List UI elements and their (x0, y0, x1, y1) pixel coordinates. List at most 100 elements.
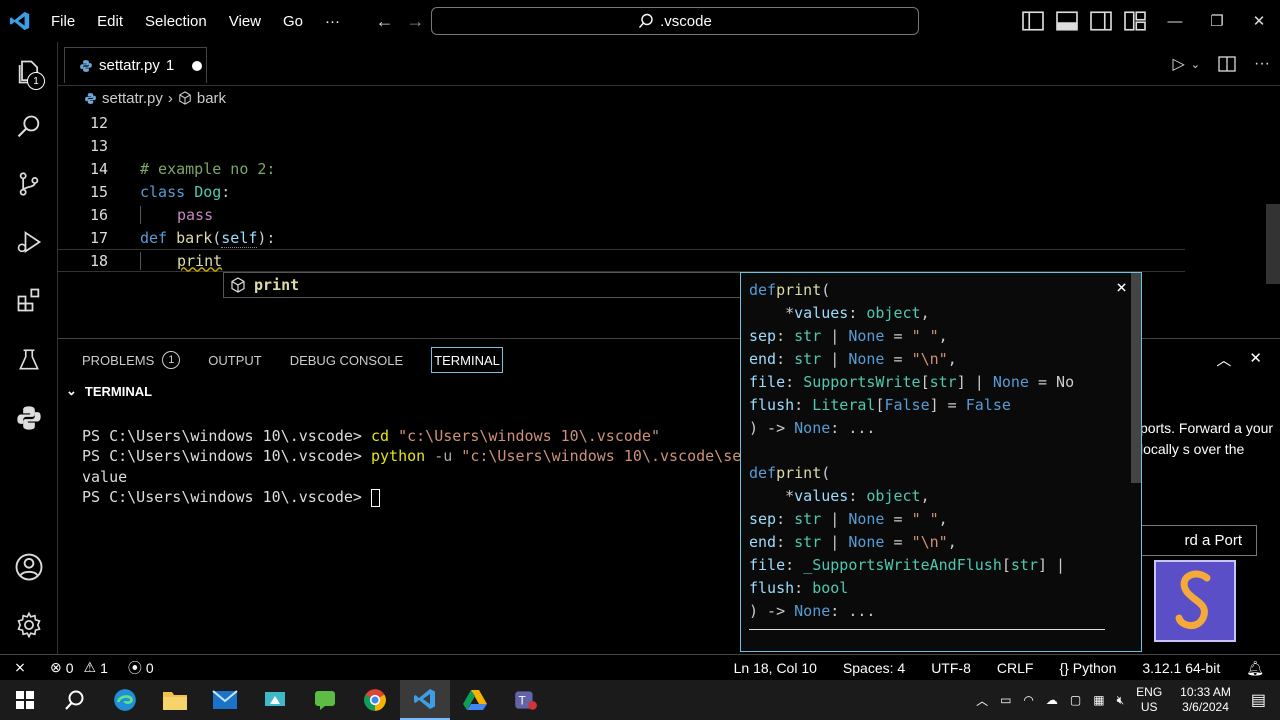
line-number: 15 (89, 182, 108, 201)
editor-scrollbar[interactable] (1266, 204, 1280, 284)
restore-button[interactable]: ❐ (1196, 0, 1238, 42)
lang-primary: ENG (1136, 685, 1163, 699)
ports-status[interactable]: ⦿ 0 (128, 655, 154, 681)
minimize-button[interactable]: — (1154, 0, 1196, 42)
menu-go[interactable]: Go (272, 0, 314, 42)
cloud-sync-icon[interactable]: ☁ (1046, 693, 1058, 707)
search-sidebar-icon[interactable] (9, 107, 49, 147)
code-line: 17 def bark(self): (58, 226, 1198, 249)
cursor-position[interactable]: Ln 18, Col 10 (734, 660, 817, 676)
teams-icon[interactable]: T (500, 680, 550, 720)
battery-icon[interactable]: ▭ (1000, 693, 1011, 707)
chrome-icon[interactable] (350, 680, 400, 720)
terminal-command: cd (370, 427, 390, 445)
tab-terminal[interactable]: TERMINAL (431, 347, 503, 373)
source-control-icon[interactable] (9, 164, 49, 204)
accounts-icon[interactable] (9, 547, 49, 587)
encoding[interactable]: UTF-8 (931, 660, 971, 676)
vscode-taskbar-icon[interactable] (400, 680, 450, 720)
signature-hover-widget: def print( * values: object, sep: str | N… (740, 272, 1142, 652)
customize-layout-icon[interactable] (1120, 11, 1150, 31)
command-center-search[interactable]: .vscode (431, 7, 919, 35)
chevron-up-icon[interactable]: ︿ (976, 692, 988, 709)
code-print-token: print (177, 251, 223, 270)
menu-file[interactable]: File (40, 0, 86, 42)
signature-line: file: SupportsWrite[str] | None = No (749, 372, 1075, 391)
tab-settatr-py[interactable]: settatr.py 1 (64, 47, 207, 83)
extensions-icon[interactable] (9, 280, 49, 320)
back-arrow-icon[interactable]: ← (369, 11, 400, 32)
forward-arrow-icon[interactable]: → (400, 11, 431, 32)
chat-app-icon[interactable] (300, 680, 350, 720)
remote-indicator-icon[interactable]: ⨯ (0, 655, 40, 681)
close-hover-icon[interactable]: × (1116, 277, 1127, 298)
signature-line: end: str | None = "\n", (749, 349, 957, 368)
toggle-primary-sidebar-icon[interactable] (1018, 11, 1048, 31)
network-icon[interactable]: ▦ (1093, 693, 1104, 707)
menu-selection[interactable]: Selection (134, 0, 218, 42)
indentation[interactable]: Spaces: 4 (843, 660, 905, 676)
end-of-line[interactable]: CRLF (997, 660, 1034, 676)
toggle-panel-icon[interactable] (1052, 11, 1082, 31)
code-line: 12 (58, 111, 108, 134)
wifi-icon[interactable]: ◠ (1023, 693, 1033, 707)
close-panel-icon[interactable]: ✕ (1249, 349, 1262, 370)
windows-taskbar: T ︿ ▭ ◠ ☁ ▢ ▦ 🔇︎ ENG US 10:33 AM 3/6/202… (0, 680, 1280, 720)
menu-more[interactable]: ··· (314, 0, 351, 42)
volume-muted-icon[interactable]: 🔇︎ (1117, 693, 1125, 708)
menu-view[interactable]: View (218, 0, 272, 42)
suggest-widget[interactable]: print (223, 272, 741, 298)
mail-icon[interactable] (200, 680, 250, 720)
problems-status[interactable]: ⊗ 0 ⚠ 1 (50, 655, 108, 681)
windows-start-icon[interactable] (0, 680, 50, 720)
notifications-bell-icon[interactable]: 🔔︎ (1246, 660, 1264, 677)
breadcrumb-file[interactable]: settatr.py (102, 90, 163, 107)
class-name: Dog (194, 182, 222, 201)
notification-center-icon[interactable]: ▤ (1251, 690, 1266, 710)
punct: ( (212, 228, 222, 247)
terminal-line[interactable]: PS C:\Users\windows 10\.vscode> (82, 488, 380, 507)
split-editor-icon[interactable] (1218, 56, 1236, 72)
recorder-app-icon[interactable] (250, 680, 300, 720)
vscode-logo-icon (0, 0, 40, 42)
keyword-class: class (140, 182, 186, 201)
language-mode[interactable]: {} Python (1059, 655, 1116, 681)
hover-scrollbar[interactable] (1131, 273, 1141, 483)
run-python-icon[interactable]: ▷ (1172, 54, 1184, 74)
tab-debug-console[interactable]: DEBUG CONSOLE (290, 347, 403, 373)
drive-icon[interactable] (450, 680, 500, 720)
clock[interactable]: 10:33 AM 3/6/2024 (1180, 685, 1231, 715)
menu-edit[interactable]: Edit (86, 0, 134, 42)
device-icon[interactable]: ▢ (1070, 693, 1081, 707)
python-interpreter[interactable]: 3.12.1 64-bit (1142, 660, 1220, 676)
terminal-section-header[interactable]: ⌄ TERMINAL (66, 383, 152, 399)
tab-output[interactable]: OUTPUT (208, 347, 261, 373)
taskbar-search-icon[interactable] (50, 680, 100, 720)
run-dropdown-chevron-icon[interactable]: ⌄ (1191, 58, 1200, 71)
toggle-secondary-sidebar-icon[interactable] (1086, 11, 1116, 31)
suggestion-item[interactable]: print (254, 276, 299, 294)
breadcrumb: settatr.py › bark (58, 86, 226, 110)
hover-divider (749, 629, 1105, 630)
braces-icon: {} (1059, 660, 1069, 676)
run-debug-icon[interactable] (9, 222, 49, 262)
language-indicator[interactable]: ENG US (1136, 685, 1162, 715)
svg-text:T: T (519, 693, 526, 707)
unsaved-dot-icon[interactable] (192, 60, 203, 71)
maximize-panel-icon[interactable]: ︿ (1216, 349, 1231, 370)
close-window-button[interactable]: ✕ (1238, 0, 1280, 42)
edge-browser-icon[interactable] (100, 680, 150, 720)
more-actions-icon[interactable]: ··· (1254, 55, 1270, 73)
chevron-right-icon: › (167, 89, 173, 107)
problems-badge: 1 (162, 351, 181, 369)
python-icon[interactable] (9, 398, 49, 438)
tab-label: OUTPUT (208, 352, 262, 368)
testing-flask-icon[interactable] (9, 340, 49, 380)
tab-label: PROBLEMS (82, 352, 155, 368)
settings-gear-icon[interactable] (9, 605, 49, 645)
tab-problems[interactable]: PROBLEMS 1 (82, 347, 181, 373)
file-explorer-icon[interactable] (150, 680, 200, 720)
title-bar: File Edit Selection View Go ··· ← → .vsc… (0, 0, 1280, 42)
error-count: 0 (65, 659, 74, 676)
breadcrumb-symbol[interactable]: bark (197, 90, 226, 107)
